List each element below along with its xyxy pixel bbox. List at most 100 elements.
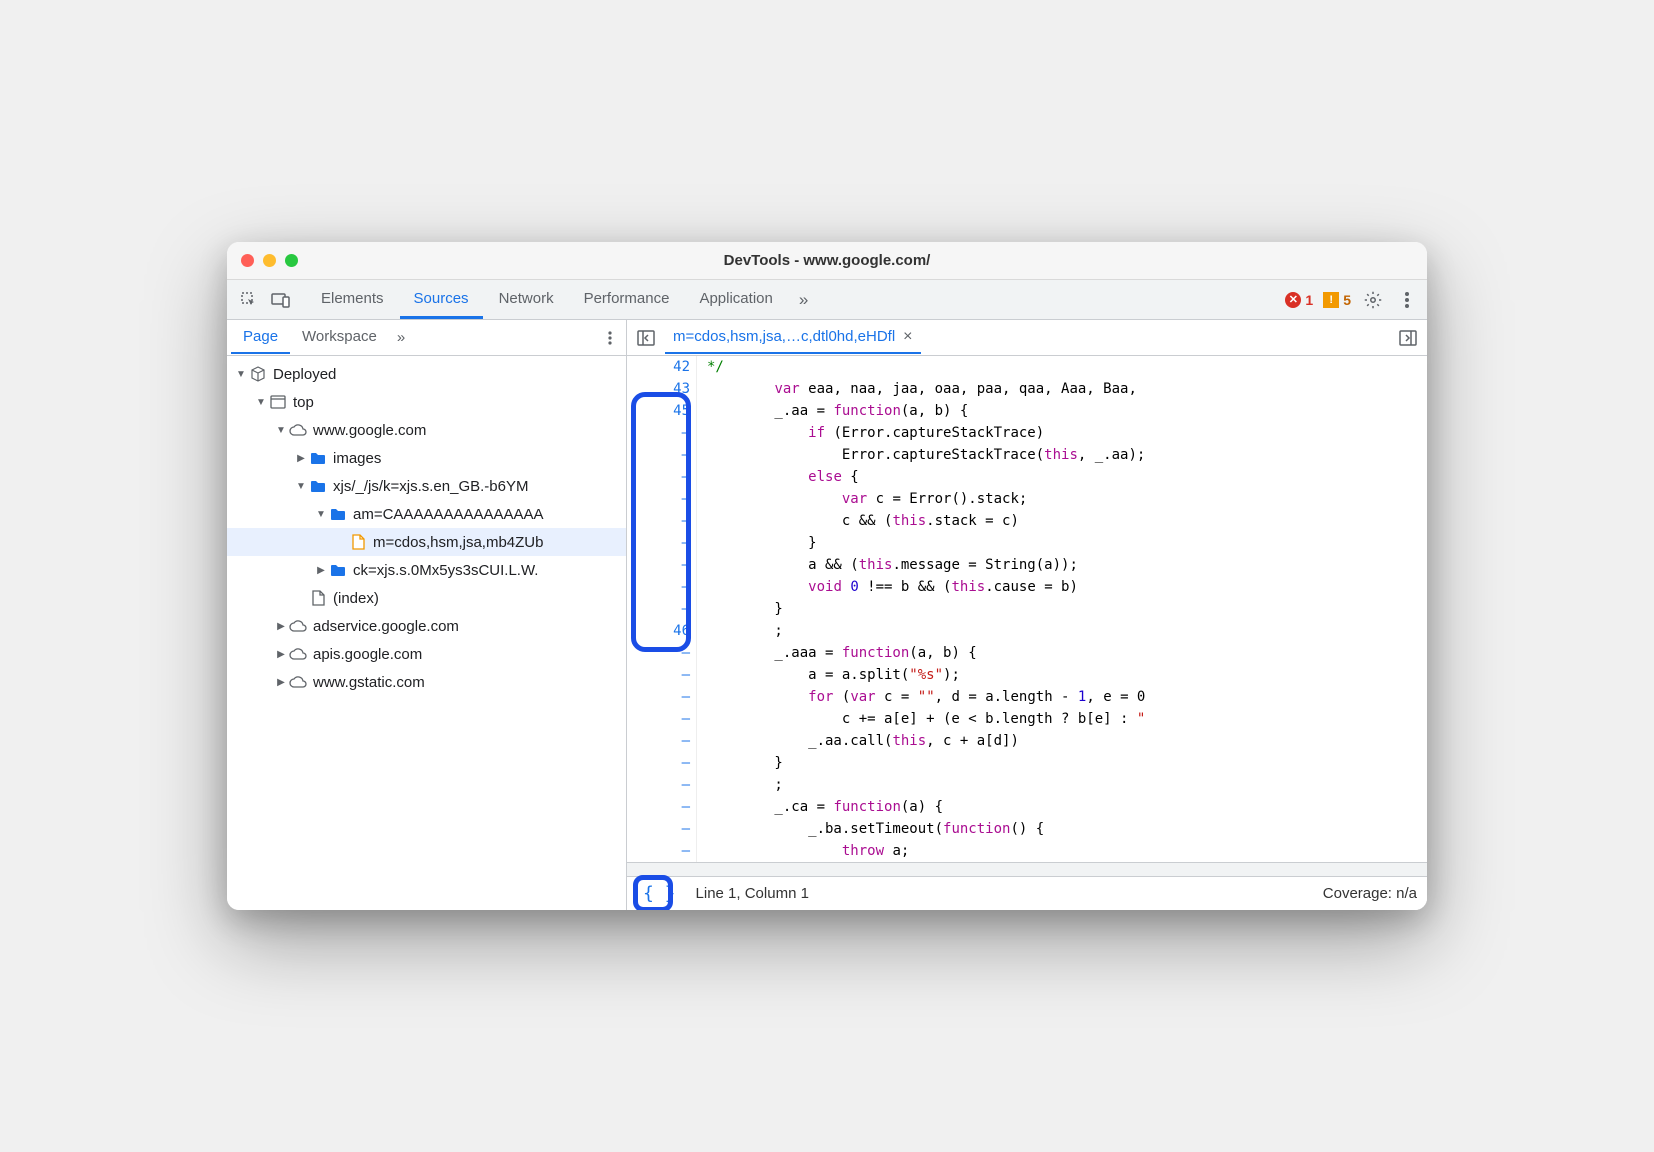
panel-tab-network[interactable]: Network [485,281,568,319]
code-line[interactable]: c += a[e] + (e < b.length ? b[e] : " [707,708,1417,730]
panel-tab-performance[interactable]: Performance [570,281,684,319]
code-line[interactable]: Error.captureStackTrace(this, _.aa); [707,444,1417,466]
settings-gear-icon[interactable] [1361,288,1385,312]
line-number[interactable]: 45 [627,400,690,422]
more-panels-button[interactable]: » [791,283,816,317]
code-line[interactable]: _.ba.setTimeout(function() { [707,818,1417,840]
tree-node[interactable]: ▼ xjs/_/js/k=xjs.s.en_GB.-b6YM [227,472,626,500]
code-line[interactable]: } [707,752,1417,774]
line-number[interactable]: – [627,840,690,862]
line-number[interactable]: 46 [627,620,690,642]
expand-arrow-icon[interactable]: ▼ [295,481,307,492]
file-tree[interactable]: ▼ Deployed▼ top▼ www.google.com▶ images▼ [227,356,626,910]
line-number[interactable]: 42 [627,356,690,378]
code-line[interactable]: */ [707,356,1417,378]
code-area[interactable]: */ var eaa, naa, jaa, oaa, paa, qaa, Aaa… [697,356,1427,862]
line-number[interactable]: – [627,532,690,554]
tree-node[interactable]: ▼ Deployed [227,360,626,388]
tree-node-label: images [333,450,381,467]
expand-arrow-icon[interactable]: ▼ [255,397,267,408]
code-line[interactable]: for (var c = "", d = a.length - 1, e = 0 [707,686,1417,708]
line-number[interactable]: – [627,576,690,598]
code-line[interactable]: var eaa, naa, jaa, oaa, paa, qaa, Aaa, B… [707,378,1417,400]
line-number[interactable]: – [627,642,690,664]
tree-node[interactable]: ▶ images [227,444,626,472]
code-line[interactable]: c && (this.stack = c) [707,510,1417,532]
toggle-navigator-icon[interactable] [633,328,659,348]
line-number[interactable]: – [627,664,690,686]
code-line[interactable]: } [707,532,1417,554]
more-navigator-tabs[interactable]: » [389,322,413,353]
panel-tab-application[interactable]: Application [685,281,786,319]
line-number[interactable]: – [627,488,690,510]
code-line[interactable]: _.aa = function(a, b) { [707,400,1417,422]
device-toolbar-icon[interactable] [267,286,295,314]
tree-node[interactable]: ▼ www.google.com [227,416,626,444]
line-number[interactable]: – [627,554,690,576]
tree-node[interactable]: m=cdos,hsm,jsa,mb4ZUb [227,528,626,556]
editor-tab[interactable]: m=cdos,hsm,jsa,…c,dtl0hd,eHDfl × [665,322,921,354]
expand-arrow-icon[interactable]: ▶ [275,621,287,632]
code-line[interactable]: a = a.split("%s"); [707,664,1417,686]
expand-arrow-icon[interactable]: ▶ [275,677,287,688]
tree-node[interactable]: ▶ adservice.google.com [227,612,626,640]
code-line[interactable]: _.aaa = function(a, b) { [707,642,1417,664]
close-window-button[interactable] [241,254,254,267]
tree-node[interactable]: ▶ ck=xjs.s.0Mx5ys3sCUI.L.W. [227,556,626,584]
navigator-tab-workspace[interactable]: Workspace [290,321,389,354]
code-line[interactable]: void 0 !== b && (this.cause = b) [707,576,1417,598]
code-line[interactable]: ; [707,774,1417,796]
line-number[interactable]: – [627,598,690,620]
expand-arrow-icon[interactable]: ▼ [275,425,287,436]
code-line[interactable]: else { [707,466,1417,488]
warning-count-badge[interactable]: ! 5 [1323,292,1351,308]
navigator-options-icon[interactable] [598,327,622,349]
minimize-window-button[interactable] [263,254,276,267]
line-number[interactable]: – [627,466,690,488]
tree-node[interactable]: ▼ am=CAAAAAAAAAAAAAAA [227,500,626,528]
close-tab-icon[interactable]: × [903,328,912,346]
line-number[interactable]: – [627,686,690,708]
devtools-window: DevTools - www.google.com/ ElementsSourc… [227,242,1427,910]
code-line[interactable]: _.ca = function(a) { [707,796,1417,818]
expand-arrow-icon[interactable]: ▶ [275,649,287,660]
line-number[interactable]: – [627,774,690,796]
line-number[interactable]: – [627,708,690,730]
code-line[interactable]: ; [707,620,1417,642]
pretty-print-button[interactable]: { } [637,881,682,906]
tree-node[interactable]: ▶ www.gstatic.com [227,668,626,696]
error-count-badge[interactable]: ✕ 1 [1285,292,1313,308]
expand-arrow-icon[interactable]: ▶ [315,565,327,576]
expand-arrow-icon[interactable]: ▼ [235,369,247,380]
line-number[interactable]: – [627,444,690,466]
line-number[interactable]: – [627,752,690,774]
inspect-element-icon[interactable] [235,286,263,314]
editor-body[interactable]: 424345–––––––––46–––––––––– */ var eaa, … [627,356,1427,862]
line-number[interactable]: – [627,730,690,752]
editor-resize-handle[interactable] [627,862,1427,876]
line-number[interactable]: 43 [627,378,690,400]
line-gutter[interactable]: 424345–––––––––46–––––––––– [627,356,697,862]
code-line[interactable]: throw a; [707,840,1417,862]
zoom-window-button[interactable] [285,254,298,267]
tree-node[interactable]: (index) [227,584,626,612]
code-line[interactable]: _.aa.call(this, c + a[d]) [707,730,1417,752]
navigator-tabs: PageWorkspace » [227,320,626,356]
panel-tab-elements[interactable]: Elements [307,281,398,319]
tree-node[interactable]: ▶ apis.google.com [227,640,626,668]
navigator-tab-page[interactable]: Page [231,321,290,354]
line-number[interactable]: – [627,796,690,818]
panel-tab-sources[interactable]: Sources [400,281,483,319]
expand-arrow-icon[interactable]: ▼ [315,509,327,520]
line-number[interactable]: – [627,510,690,532]
code-line[interactable]: var c = Error().stack; [707,488,1417,510]
line-number[interactable]: – [627,818,690,840]
more-options-icon[interactable] [1395,288,1419,312]
line-number[interactable]: – [627,422,690,444]
code-line[interactable]: a && (this.message = String(a)); [707,554,1417,576]
expand-arrow-icon[interactable]: ▶ [295,453,307,464]
tree-node[interactable]: ▼ top [227,388,626,416]
code-line[interactable]: if (Error.captureStackTrace) [707,422,1417,444]
toggle-debugger-icon[interactable] [1395,328,1421,348]
code-line[interactable]: } [707,598,1417,620]
